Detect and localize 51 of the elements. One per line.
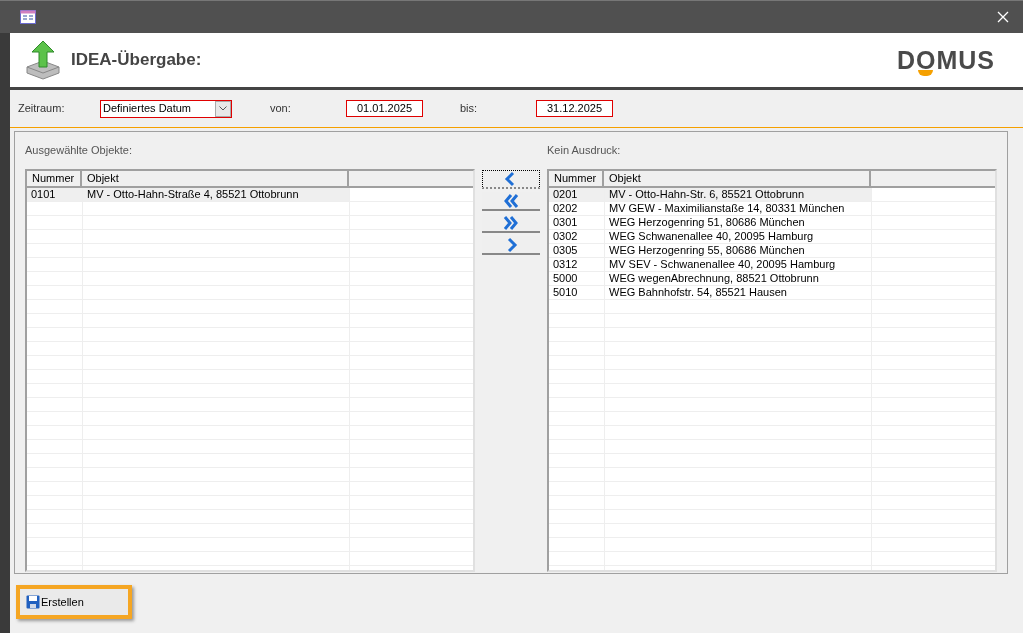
- table-cell: 0101: [27, 188, 82, 201]
- list-title: Ausgewählte Objekte:: [25, 143, 133, 158]
- column-header: Nummer: [549, 171, 604, 186]
- dropdown-caret-icon: [219, 106, 227, 111]
- table-cell: MV - Otto-Hahn-Straße 4, 85521 Ottobrunn: [82, 188, 349, 201]
- from-date-field[interactable]: 01.01.2025: [346, 100, 423, 117]
- table-cell: MV GEW - Maximilianstaße 14, 80331 München: [604, 202, 871, 215]
- table-cell-text: 5010: [552, 286, 579, 299]
- period-label: Zeitraum:: [18, 101, 66, 117]
- period-dropdown[interactable]: Definiertes Datum: [100, 99, 232, 118]
- table-cell: WEG Herzogenring 51, 80686 München: [604, 216, 871, 229]
- close-icon[interactable]: [997, 11, 1009, 23]
- form-icon: [20, 10, 36, 24]
- list-table[interactable]: [547, 169, 997, 572]
- table-cell: 0201: [549, 188, 604, 201]
- table-cell: WEG Schwanenallee 40, 20095 Hamburg: [604, 230, 871, 243]
- table-cell-text: 0312: [552, 258, 579, 271]
- list-row[interactable]: 0201 MV - Otto-Hahn-Str. 6, 85521 Ottobrunn: [549, 188, 995, 202]
- table-cell: WEG wegenAbrechnung, 88521 Ottobrunn: [604, 272, 871, 285]
- list-row[interactable]: 5000 WEG wegenAbrechnung, 88521 Ottobrunn: [549, 272, 995, 286]
- table-cell-text: 0301: [552, 216, 579, 229]
- table-cell-text: 0305: [552, 244, 579, 257]
- to-date-field[interactable]: 31.12.2025: [536, 100, 613, 117]
- double-chevron-icon: [503, 192, 519, 209]
- create-button[interactable]: Erstellen: [16, 585, 132, 619]
- domus-logo: DOMUS: [896, 47, 995, 73]
- table-cell: MV SEV - Schwanenallee 40, 20095 Hamburg: [604, 258, 871, 271]
- list-row[interactable]: 0312 MV SEV - Schwanenallee 40, 20095 Hamburg: [549, 258, 995, 272]
- column-header: Nummer: [27, 171, 82, 186]
- table-cell: WEG Herzogenring 55, 80686 München: [604, 244, 871, 257]
- move-button[interactable]: [482, 170, 540, 189]
- list-row[interactable]: 0101 MV - Otto-Hahn-Straße 4, 85521 Ottobrunn: [27, 188, 473, 202]
- list-row[interactable]: 0302 WEG Schwanenallee 40, 20095 Hamburg: [549, 230, 995, 244]
- double-chevron-icon: [503, 214, 519, 231]
- table-cell: MV - Otto-Hahn-Str. 6, 85521 Ottobrunn: [604, 188, 871, 201]
- list-row[interactable]: 0202 MV GEW - Maximilianstaße 14, 80331 München: [549, 202, 995, 216]
- table-cell-text: 5000: [552, 272, 579, 285]
- page-title: IDEA-Übergabe:: [71, 49, 202, 72]
- table-cell-text: 0302: [552, 230, 579, 243]
- list-row[interactable]: 5010 WEG Bahnhofstr. 54, 85521 Hausen: [549, 286, 995, 300]
- column-header: Objekt: [604, 171, 871, 186]
- list-title: Kein Ausdruck:: [547, 143, 622, 158]
- list-table[interactable]: Nummer Objekt 0101 MV - Otto-Hahn-Straße 4, 85521 Ottobrunn: [25, 169, 475, 572]
- table-cell-text: 0202: [552, 202, 579, 215]
- upload-tray-icon: [24, 39, 62, 81]
- column-header: Objekt: [82, 171, 349, 186]
- list-row[interactable]: 0301 WEG Herzogenring 51, 80686 München: [549, 216, 995, 230]
- to-label: bis:: [460, 101, 479, 117]
- list-row[interactable]: 0305 WEG Herzogenring 55, 80686 München: [549, 244, 995, 258]
- from-label: von:: [270, 101, 292, 117]
- table-cell: WEG Bahnhofstr. 54, 85521 Hausen: [604, 286, 871, 299]
